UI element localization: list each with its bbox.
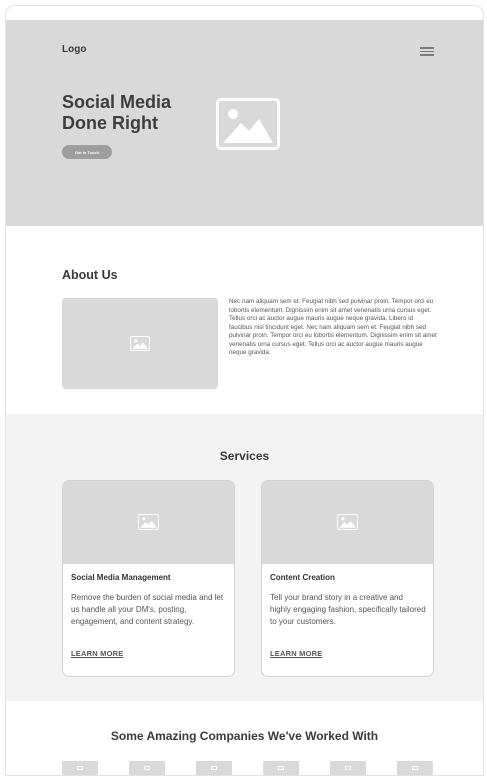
companies-title: Some Amazing Companies We've Worked With [110, 729, 379, 743]
learn-more-link[interactable]: LEARN MORE [71, 649, 123, 658]
hero-title: Social Media Done Right [62, 92, 172, 133]
service-card-text: Tell your brand story in a creative and … [270, 593, 426, 626]
service-card-social-media-management: Social Media Management Remove the burde… [62, 480, 235, 677]
about-text: Nec nam aliquam sem et. Feugiat nibh sed… [229, 298, 437, 356]
company-logo-placeholder-icon [263, 761, 299, 775]
image-placeholder-icon [216, 98, 280, 150]
service-card-text: Remove the burden of social media and le… [71, 593, 224, 626]
image-placeholder-icon [138, 514, 159, 530]
services-section: Services Social Media Management Remove … [6, 414, 483, 701]
get-in-touch-button[interactable]: Get In Touch [62, 145, 112, 159]
company-logo-placeholder-icon [397, 761, 433, 775]
service-card-content-creation: Content Creation Tell your brand story i… [261, 480, 434, 677]
image-placeholder-icon [337, 514, 358, 530]
hero-section: Logo Social Media Done Right Get In Touc… [6, 20, 483, 226]
service-card-title: Social Media Management [71, 573, 171, 582]
page-frame: Logo Social Media Done Right Get In Touc… [5, 5, 484, 776]
learn-more-link[interactable]: LEARN MORE [270, 649, 322, 658]
company-logo-placeholder-icon [330, 761, 366, 775]
about-title: About Us [62, 268, 118, 282]
service-card-image [262, 481, 433, 564]
about-image [62, 298, 218, 389]
hamburger-menu-icon[interactable] [420, 47, 434, 56]
services-title: Services [219, 449, 270, 463]
service-card-image [63, 481, 234, 564]
company-logo-placeholder-icon [129, 761, 165, 775]
company-logo-placeholder-icon [62, 761, 98, 775]
company-logo-placeholder-icon [196, 761, 232, 775]
image-placeholder-icon [130, 336, 150, 351]
logo[interactable]: Logo [62, 44, 86, 55]
service-card-title: Content Creation [270, 573, 335, 582]
